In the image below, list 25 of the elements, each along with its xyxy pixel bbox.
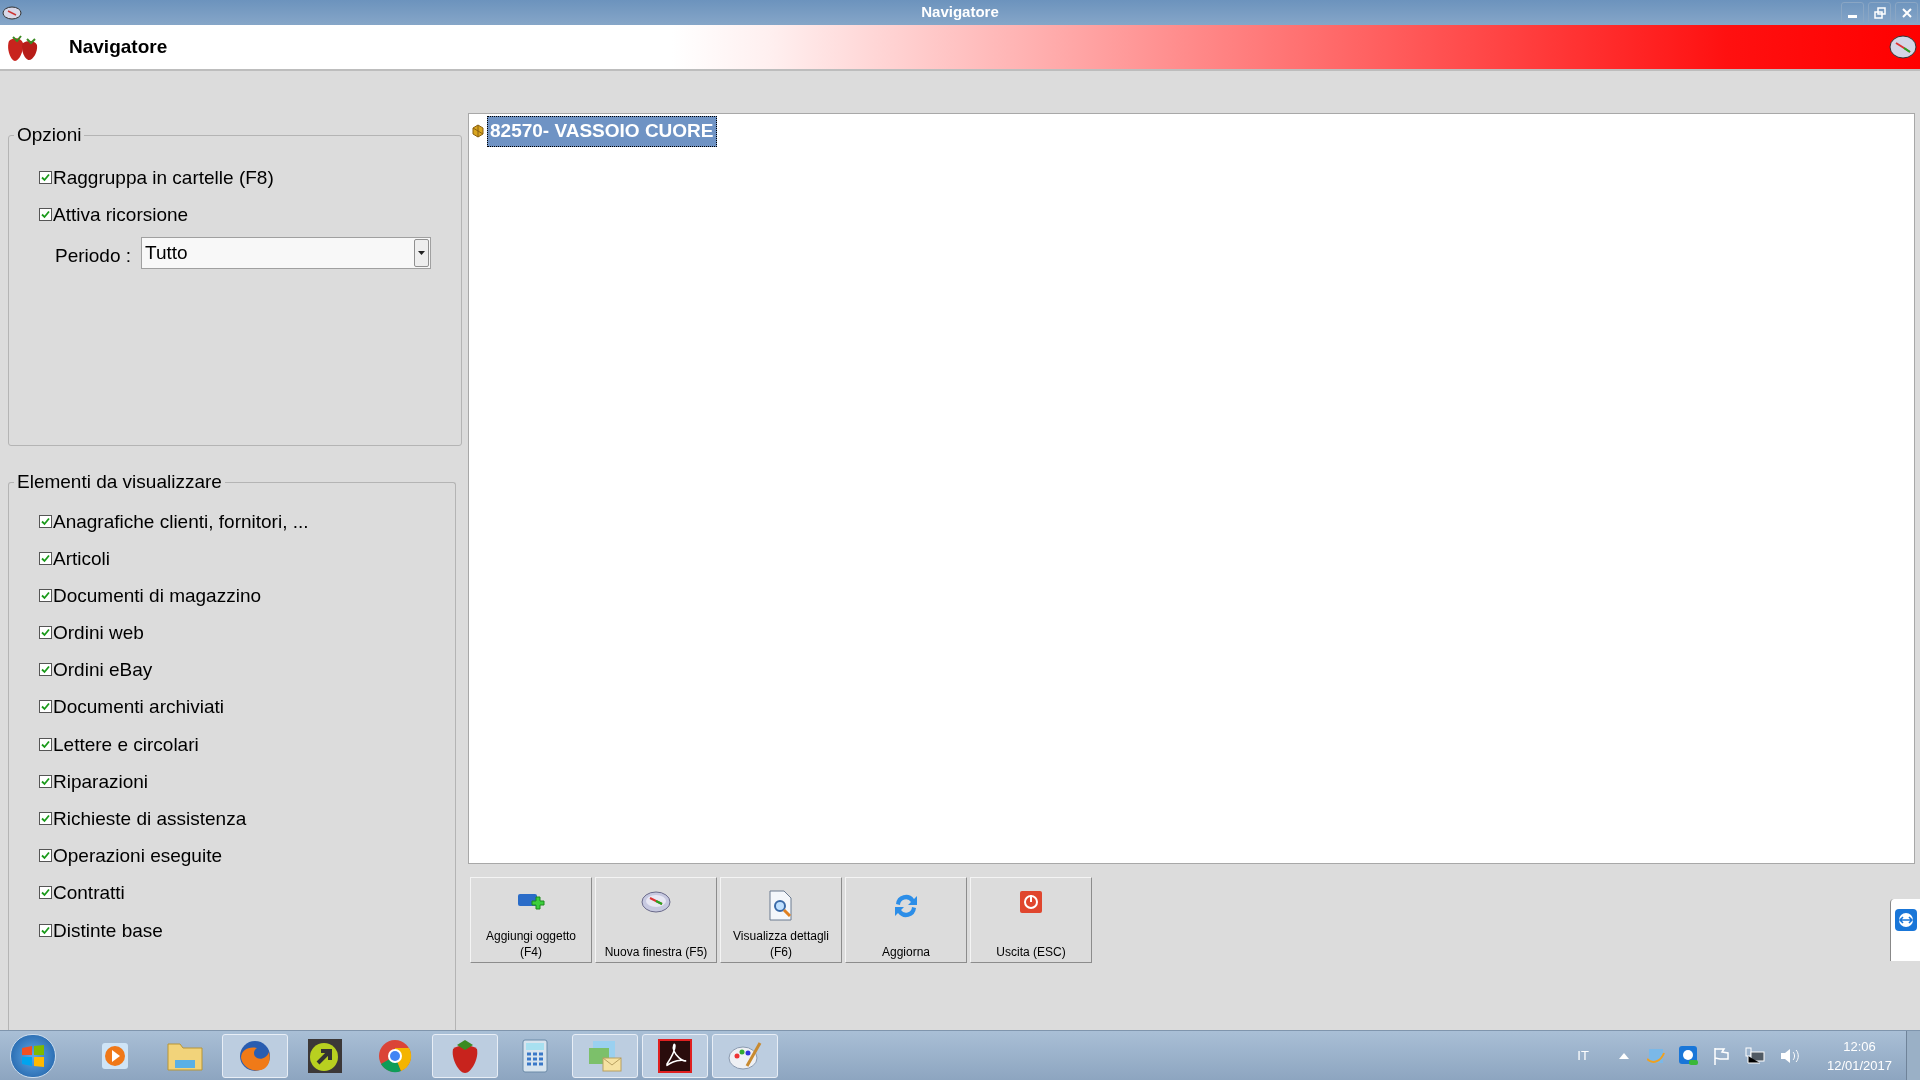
toolbar-button[interactable]: Visualizza dettagli (F6): [720, 877, 842, 963]
toolbar-button[interactable]: Nuova finestra (F5): [595, 877, 717, 963]
toolbar-button[interactable]: Aggiungi oggetto (F4): [470, 877, 592, 963]
checkbox-label: Lettere e circolari: [53, 734, 199, 754]
checkbox-label: Distinte base: [53, 920, 163, 940]
checkbox-label: Articoli: [53, 548, 110, 568]
period-dropdown[interactable]: Tutto: [141, 236, 432, 269]
header-title: Navigatore: [69, 34, 168, 59]
checkbox-label: Ordini web: [53, 623, 144, 643]
checkbox-label: Documenti di magazzino: [53, 585, 262, 605]
checkbox-label: Anagrafiche clienti, fornitori, ...: [53, 511, 309, 531]
checkbox-label: Ordini eBay: [53, 660, 153, 680]
checkbox-label: Attiva ricorsione: [53, 204, 189, 224]
group-legend: Elementi da visualizzare: [14, 468, 225, 497]
window-title: Navigatore: [921, 2, 999, 23]
period-label: Periodo :: [55, 243, 132, 268]
toolbar-button[interactable]: Uscita (ESC): [970, 877, 1092, 963]
group-legend: Opzioni: [14, 121, 85, 150]
checkbox-label: Richieste di assistenza: [53, 809, 247, 828]
checkbox-label: Operazioni eseguite: [53, 846, 222, 866]
checkbox-label: Riparazioni: [53, 771, 149, 791]
checkbox-label: Contratti: [53, 883, 125, 903]
checkbox-label: Raggruppa in cartelle (F8): [53, 167, 274, 187]
toolbar-button[interactable]: Aggiorna: [845, 877, 967, 963]
checkbox-label: Documenti archiviati: [53, 697, 225, 717]
